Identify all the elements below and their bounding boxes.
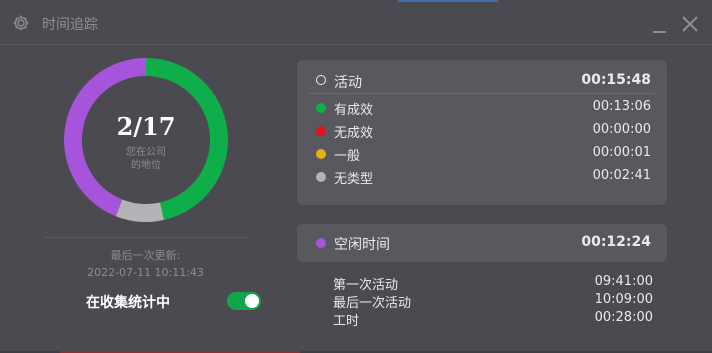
activity-row-value: 00:00:01 [592, 145, 651, 160]
activity-header-label: 活动 [334, 75, 362, 91]
activity-header-value: 00:15:48 [581, 72, 651, 88]
activity-row-label: 无成效 [334, 126, 374, 141]
stat-first-activity: 第一次活动 09:41:00 [333, 274, 653, 293]
last-update-label: 最后一次更新: [110, 249, 181, 262]
productive-dot-icon [316, 103, 326, 113]
close-icon[interactable] [678, 12, 702, 36]
idle-panel: 空闲时间 00:12:24 [297, 224, 667, 262]
unproductive-dot-icon [316, 126, 326, 136]
rank-label-line1: 您在公司 [126, 147, 166, 158]
activity-row-value: 00:02:41 [592, 168, 651, 183]
donut-segment-3 [115, 199, 164, 222]
left-divider [44, 237, 247, 238]
stat-value: 10:09:00 [594, 292, 653, 307]
rank-label: 您在公司 的地位 [64, 146, 228, 172]
gear-icon[interactable] [12, 14, 30, 32]
activity-row-label: 有成效 [334, 103, 374, 118]
activity-divider [309, 93, 655, 94]
activity-row-label: 无类型 [334, 172, 374, 187]
window-title: 时间追踪 [42, 17, 98, 33]
rank-label-line2: 的地位 [131, 160, 161, 171]
idle-label: 空闲时间 [334, 237, 390, 253]
stat-label: 第一次活动 [333, 278, 399, 293]
idle-dot-icon [316, 238, 326, 248]
activity-row-uncategorized: 无类型 00:02:41 [297, 167, 667, 187]
activity-circle-icon [316, 75, 326, 85]
stat-work-hours: 工时 00:28:00 [333, 310, 653, 329]
collecting-label: 在收集统计中 [86, 295, 170, 311]
idle-row: 空闲时间 00:12:24 [297, 233, 667, 253]
activity-row-value: 00:00:00 [592, 122, 651, 137]
stat-label: 最后一次活动 [333, 296, 412, 311]
collecting-toggle[interactable] [227, 292, 261, 310]
uncategorized-dot-icon [316, 172, 326, 182]
stat-last-activity: 最后一次活动 10:09:00 [333, 292, 653, 311]
idle-value: 00:12:24 [581, 234, 651, 250]
activity-row-unproductive: 无成效 00:00:00 [297, 121, 667, 141]
neutral-dot-icon [316, 149, 326, 159]
minimize-icon[interactable] [648, 14, 670, 34]
rank-count: 2/17 [116, 112, 176, 141]
activity-row-neutral: 一般 00:00:01 [297, 144, 667, 164]
activity-donut-chart: 2/17 您在公司 的地位 [64, 58, 228, 222]
activity-row-label: 一般 [334, 149, 361, 164]
activity-row-value: 00:13:06 [592, 99, 651, 114]
stat-value: 00:28:00 [594, 310, 653, 325]
stat-label: 工时 [333, 314, 360, 329]
title-bar: 时间追踪 [0, 0, 712, 45]
activity-panel: 活动 00:15:48 有成效 00:13:06 无成效 00:00:00 一般… [297, 60, 667, 205]
stat-value: 09:41:00 [594, 274, 653, 289]
time-tracking-window: 时间追踪 2/17 您在公司 的地位 最后一次更新: 2022-07-11 10… [0, 0, 712, 353]
toggle-knob [245, 294, 259, 308]
last-update-time: 2022-07-11 10:11:43 [87, 266, 204, 279]
activity-row-productive: 有成效 00:13:06 [297, 98, 667, 118]
activity-header-row: 活动 00:15:48 [297, 71, 667, 91]
